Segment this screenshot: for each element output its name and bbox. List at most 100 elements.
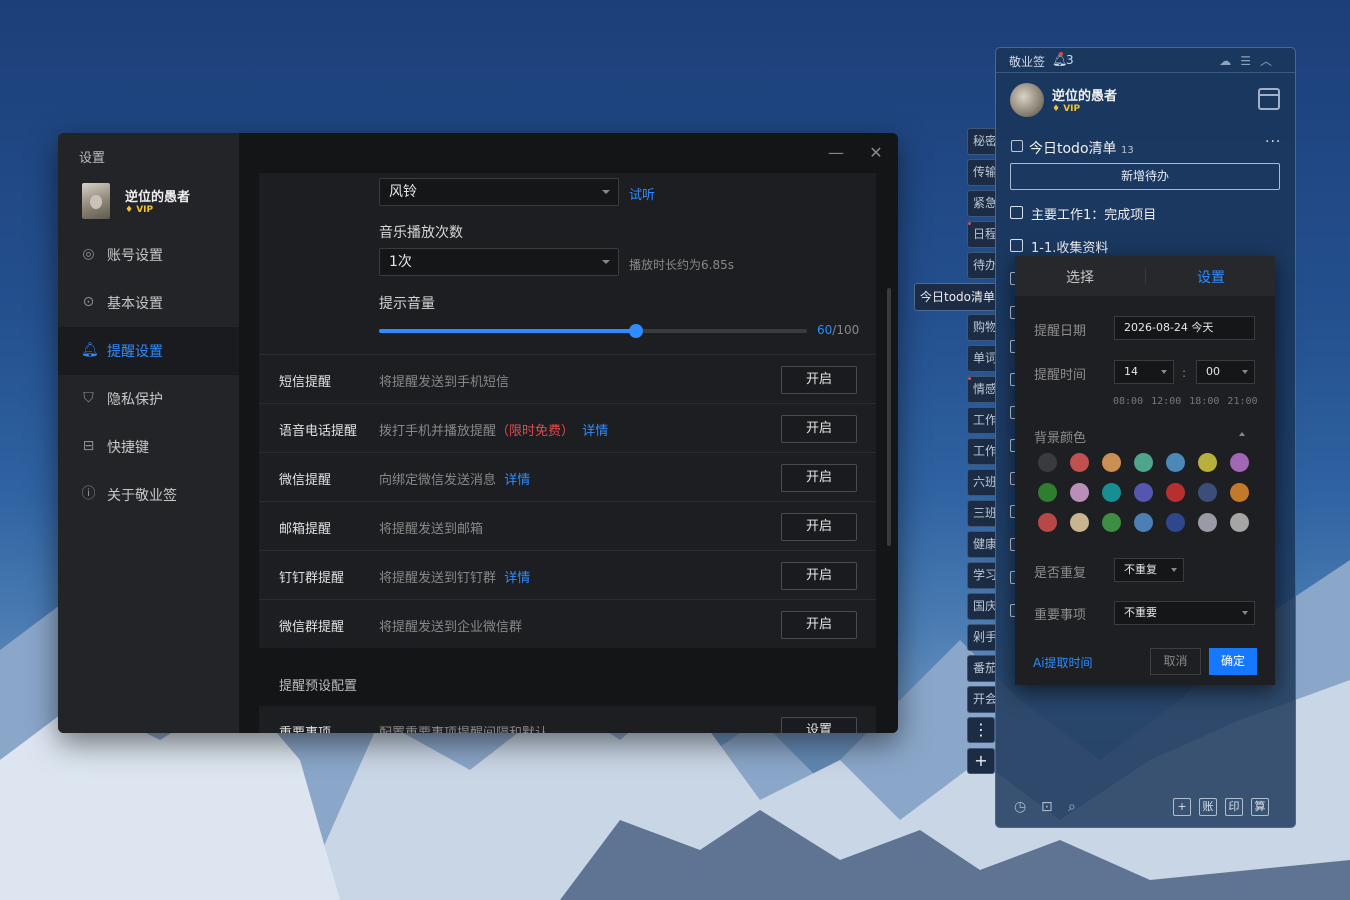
color-swatch[interactable]	[1198, 513, 1217, 532]
tab-settings[interactable]: 设置	[1197, 267, 1225, 287]
category-tab[interactable]: 学习	[967, 562, 995, 589]
add-note-button[interactable]: +	[1173, 798, 1191, 816]
category-tab[interactable]: 秘密	[967, 128, 995, 155]
minute-select[interactable]: 00	[1196, 360, 1255, 384]
category-tab[interactable]: 单词	[967, 345, 995, 372]
color-swatch[interactable]	[1102, 453, 1121, 472]
category-tab[interactable]: 待办	[967, 252, 995, 279]
category-tab[interactable]: 三班	[967, 500, 995, 527]
detail-link[interactable]: 详情	[582, 424, 608, 439]
preview-link[interactable]: 试听	[629, 184, 655, 203]
sidebar-item-privacy[interactable]: ⛉ 隐私保护	[58, 375, 239, 423]
preset-settings-button[interactable]: 设置	[781, 717, 857, 733]
category-tab[interactable]: 开会	[967, 686, 995, 713]
avatar[interactable]	[1010, 83, 1044, 117]
quick-time-option[interactable]: 21:00	[1227, 396, 1257, 407]
category-tab[interactable]: 工作	[967, 438, 995, 465]
sidebar-item-about[interactable]: ⓘ 关于敬业签	[58, 471, 239, 519]
color-swatch[interactable]	[1134, 483, 1153, 502]
confirm-button[interactable]: 确定	[1209, 648, 1257, 675]
color-swatch[interactable]	[1166, 453, 1185, 472]
print-button[interactable]: 印	[1225, 798, 1243, 816]
category-tab[interactable]: 剁手	[967, 624, 995, 651]
color-swatch[interactable]	[1166, 513, 1185, 532]
category-tab[interactable]: 健康	[967, 531, 995, 558]
ringtone-select[interactable]: 风铃	[379, 178, 619, 206]
clock-icon[interactable]: ◷	[1014, 799, 1026, 815]
content-scrollbar[interactable]	[887, 288, 891, 546]
enable-email-button[interactable]: 开启	[781, 513, 857, 541]
more-tags-button[interactable]: ⋮	[967, 717, 995, 743]
importance-select[interactable]: 不重要	[1114, 601, 1255, 625]
volume-slider[interactable]	[379, 324, 807, 338]
color-swatch[interactable]	[1230, 483, 1249, 502]
category-tab[interactable]: 购物	[967, 314, 995, 341]
sidebar-item-account[interactable]: ◎ 账号设置	[58, 231, 239, 279]
category-tab[interactable]: 六班	[967, 469, 995, 496]
color-swatch[interactable]	[1166, 483, 1185, 502]
play-count-select[interactable]: 1次	[379, 248, 619, 276]
color-swatch[interactable]	[1102, 513, 1121, 532]
sidebar-item-reminder[interactable]: 🔔︎ 提醒设置	[58, 327, 239, 375]
add-tag-button[interactable]: +	[967, 748, 995, 774]
color-swatch[interactable]	[1070, 483, 1089, 502]
todo-checkbox[interactable]	[1010, 239, 1023, 252]
todo-item[interactable]: 主要工作1：完成项目	[1031, 204, 1156, 223]
close-button[interactable]: ✕	[866, 143, 886, 163]
color-swatch[interactable]	[1038, 453, 1057, 472]
color-swatch[interactable]	[1230, 453, 1249, 472]
tab-today-todo[interactable]: 今日todo清单	[914, 283, 996, 311]
volume-slider-handle[interactable]	[628, 324, 643, 338]
sidebar-item-basic[interactable]: ⊙ 基本设置	[58, 279, 239, 327]
calculator-button[interactable]: 算	[1251, 798, 1269, 816]
enable-wecom-button[interactable]: 开启	[781, 611, 857, 639]
enable-sms-button[interactable]: 开启	[781, 366, 857, 394]
menu-icon[interactable]: ☰	[1240, 54, 1260, 68]
category-tab[interactable]: 工作	[967, 407, 995, 434]
more-options-icon[interactable]: ···	[1265, 134, 1281, 150]
detail-link[interactable]: 详情	[504, 473, 530, 488]
category-tab[interactable]: 日程	[967, 221, 995, 248]
archive-icon[interactable]: ⊡	[1041, 799, 1053, 815]
chevron-up-icon[interactable]	[1239, 432, 1245, 436]
ledger-button[interactable]: 账	[1199, 798, 1217, 816]
quick-time-option[interactable]: 08:00	[1113, 396, 1143, 407]
collapse-icon[interactable]: ︿	[1260, 54, 1281, 68]
cloud-sync-icon[interactable]: ☁	[1219, 54, 1240, 68]
quick-time-option[interactable]: 18:00	[1189, 396, 1219, 407]
color-swatch[interactable]	[1102, 483, 1121, 502]
color-swatch[interactable]	[1134, 513, 1153, 532]
quick-time-option[interactable]: 12:00	[1151, 396, 1181, 407]
hour-select[interactable]: 14	[1114, 360, 1174, 384]
repeat-select[interactable]: 不重复	[1114, 558, 1184, 582]
category-tab[interactable]: 情感	[967, 376, 995, 403]
sidebar-item-shortcuts[interactable]: ⊟ 快捷键	[58, 423, 239, 471]
todo-item[interactable]: 1-1.收集资料	[1031, 237, 1108, 256]
enable-voice-button[interactable]: 开启	[781, 415, 857, 443]
detail-link[interactable]: 详情	[504, 571, 530, 586]
color-swatch[interactable]	[1134, 453, 1153, 472]
enable-wechat-button[interactable]: 开启	[781, 464, 857, 492]
add-todo-button[interactable]: 新增待办	[1010, 163, 1280, 190]
color-swatch[interactable]	[1070, 513, 1089, 532]
color-swatch[interactable]	[1198, 483, 1217, 502]
calendar-icon[interactable]	[1258, 88, 1280, 110]
enable-dingtalk-button[interactable]: 开启	[781, 562, 857, 590]
color-swatch[interactable]	[1038, 483, 1057, 502]
search-icon[interactable]: ⌕	[1068, 799, 1076, 815]
minimize-button[interactable]: —	[826, 143, 846, 163]
tab-select[interactable]: 选择	[1066, 267, 1094, 287]
reminder-date-input[interactable]: 2026-08-24 今天	[1114, 316, 1255, 340]
color-swatch[interactable]	[1198, 453, 1217, 472]
category-tab[interactable]: 传输	[967, 159, 995, 186]
user-profile[interactable]: 逆位的愚者 ♦ VIP	[82, 183, 232, 223]
category-tab[interactable]: 番茄	[967, 655, 995, 682]
ai-extract-time-link[interactable]: Ai提取时间	[1033, 654, 1093, 671]
todo-checkbox[interactable]	[1010, 206, 1023, 219]
color-swatch[interactable]	[1070, 453, 1089, 472]
cancel-button[interactable]: 取消	[1150, 648, 1201, 675]
category-tab[interactable]: 紧急	[967, 190, 995, 217]
category-tab[interactable]: 国庆	[967, 593, 995, 620]
color-swatch[interactable]	[1038, 513, 1057, 532]
color-swatch[interactable]	[1230, 513, 1249, 532]
